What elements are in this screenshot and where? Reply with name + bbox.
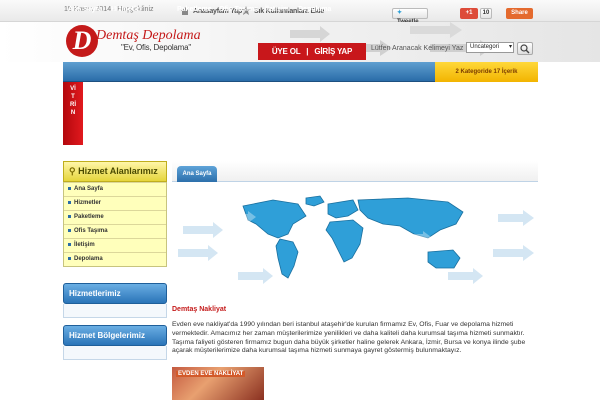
article-text: Evden eve nakliyat'da 1990 yılından beri… <box>172 321 526 355</box>
services-menu: Ana Sayfa Hizmetler Paketleme Ofis Taşım… <box>63 182 167 267</box>
nav-item-storage[interactable]: Depolama <box>298 6 331 13</box>
register-link[interactable]: ÜYE OL <box>272 47 301 56</box>
sidebar-item-packaging[interactable]: Paketleme <box>64 210 166 224</box>
search-icon <box>520 44 530 54</box>
logo-name[interactable]: Demtaş Depolama <box>96 28 201 44</box>
nav-item-packaging[interactable]: Paketleme <box>177 6 212 13</box>
sidebar-item-services[interactable]: Hizmetler <box>64 196 166 210</box>
article-title: Demtaş Nakliyat <box>172 306 227 313</box>
category-select-value: Uncategori <box>470 44 500 50</box>
chevron-down-icon: ▾ <box>508 44 512 50</box>
services-box-title-text: Hizmet Alanlarımız <box>78 166 158 176</box>
logo-slogan: "Ev, Ofis, Depolama" <box>121 43 192 52</box>
divider: | <box>306 47 309 56</box>
search-button[interactable] <box>517 42 533 55</box>
category-select[interactable]: Uncategori ▾ <box>466 42 514 53</box>
tweet-button[interactable]: ✦ Tweetle <box>392 8 428 25</box>
services-box-title: ⚲ Hizmet Alanlarımız <box>63 161 167 182</box>
photo-caption: EVDEN EVE NAKLİYAT <box>176 371 246 377</box>
gplus-button[interactable]: +1 <box>460 8 478 19</box>
magnifier-icon: ⚲ <box>69 166 76 176</box>
sidebar-item-contact[interactable]: İletişim <box>64 238 166 252</box>
nav-item-contact[interactable]: İletişim <box>265 6 289 13</box>
showcase-tab[interactable]: VİTRİN <box>63 82 83 145</box>
nav-item-home[interactable]: Ana Sayfa <box>68 6 102 13</box>
sidebar: ⚲ Hizmet Alanlarımız Ana Sayfa Hizmetler… <box>63 161 167 360</box>
cart-summary[interactable]: 2 Kategoride 17 İçerik <box>435 62 538 82</box>
tab-home[interactable]: Ana Sayfa <box>177 166 217 182</box>
gplus-count: 10 <box>480 8 492 19</box>
service-regions-box-title: Hizmet Bölgelerimiz <box>63 325 167 346</box>
sidebar-item-storage[interactable]: Depolama <box>64 252 166 266</box>
account-bar: ÜYE OL | GİRİŞ YAP <box>258 43 366 60</box>
login-link[interactable]: GİRİŞ YAP <box>314 47 352 56</box>
nav-item-services[interactable]: Hizmetler <box>111 6 143 13</box>
sidebar-item-office-moving[interactable]: Ofis Taşıma <box>64 224 166 238</box>
logo-mark[interactable]: D <box>66 25 98 57</box>
our-services-box-title: Hizmetlerimiz <box>63 283 167 304</box>
main-content: Ana Sayfa <box>172 161 538 182</box>
search-input[interactable]: Lütfen Aranacak Kelimeyi Yaz <box>371 45 463 52</box>
tab-bar: Ana Sayfa <box>172 161 538 182</box>
world-map-image <box>178 195 534 284</box>
showcase-label: VİTRİN <box>70 86 76 116</box>
nav-item-office-moving[interactable]: Ofis Taşıma <box>219 6 258 13</box>
share-button[interactable]: Share <box>506 8 533 19</box>
twitter-icon: ✦ <box>397 10 403 16</box>
sidebar-item-home[interactable]: Ana Sayfa <box>64 182 166 196</box>
